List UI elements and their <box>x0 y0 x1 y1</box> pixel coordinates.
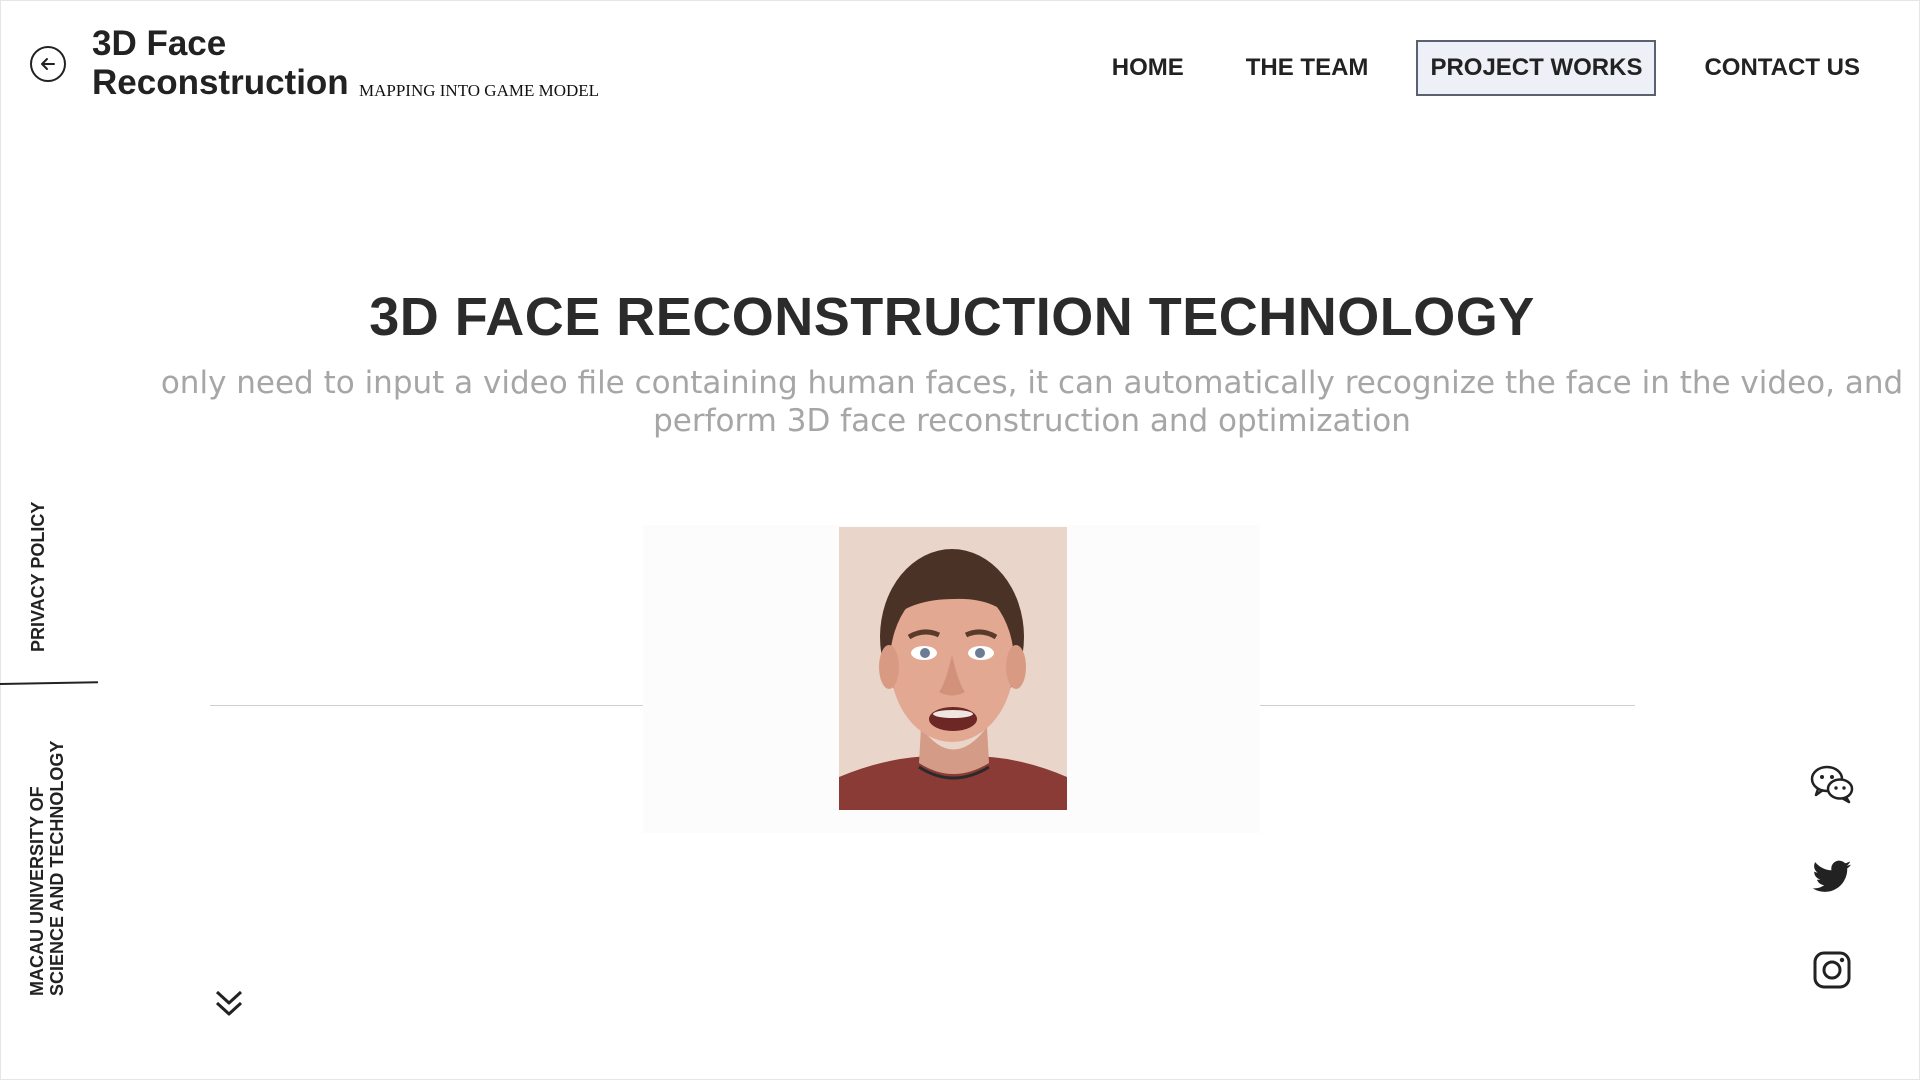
brand[interactable]: 3D Face Reconstruction MAPPING INTO GAME… <box>92 24 599 102</box>
divider-line-left <box>210 705 643 706</box>
privacy-policy-link[interactable]: PRIVACY POLICY <box>28 502 49 652</box>
arrow-left-icon <box>41 58 55 70</box>
double-chevron-down-icon <box>215 990 243 1016</box>
scroll-down-button[interactable] <box>212 986 246 1020</box>
brand-title[interactable]: 3D Face Reconstruction <box>92 24 352 102</box>
wechat-icon[interactable] <box>1808 760 1856 808</box>
nav-home[interactable]: HOME <box>1098 40 1198 96</box>
university-line-2: SCIENCE AND TECHNOLOGY <box>47 740 67 996</box>
twitter-icon[interactable] <box>1808 854 1856 902</box>
instagram-icon[interactable] <box>1808 946 1856 994</box>
university-name: MACAU UNIVERSITY OF SCIENCE AND TECHNOLO… <box>27 741 67 996</box>
nav-contact-us[interactable]: CONTACT US <box>1690 40 1874 96</box>
nav-the-team[interactable]: THE TEAM <box>1232 40 1383 96</box>
nav-project-works[interactable]: PROJECT WORKS <box>1416 40 1657 96</box>
brand-subtitle: MAPPING INTO GAME MODEL <box>359 81 600 100</box>
back-button[interactable] <box>30 46 66 82</box>
hero-title: 3D FACE RECONSTRUCTION TECHNOLOGY <box>369 287 1535 347</box>
main-nav: HOME THE TEAM PROJECT WORKS CONTACT US <box>1064 40 1874 96</box>
face-video-image[interactable] <box>839 527 1067 810</box>
face-portrait <box>839 527 1067 810</box>
divider-line-right <box>1260 705 1635 706</box>
university-line-1: MACAU UNIVERSITY OF <box>27 786 47 996</box>
hero-description: only need to input a video file containi… <box>160 365 1904 439</box>
